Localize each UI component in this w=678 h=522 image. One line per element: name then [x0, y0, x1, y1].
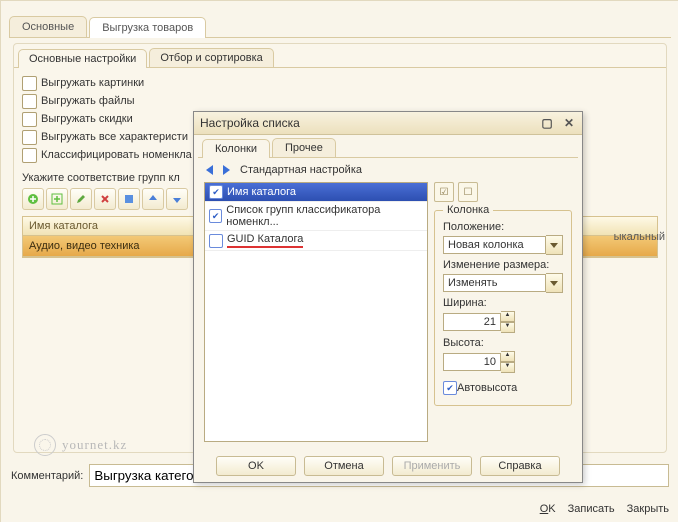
col-label: GUID Каталога — [227, 233, 303, 248]
maximize-icon[interactable]: ▢ — [540, 116, 554, 130]
width-input[interactable]: 21 — [443, 313, 501, 331]
label-resize: Изменение размера: — [443, 259, 563, 271]
hidden-col-label: ыкальный — [614, 231, 665, 243]
add-icon[interactable] — [22, 188, 44, 210]
dialog-title: Настройка списка — [200, 116, 300, 130]
close-icon[interactable]: ✕ — [562, 116, 576, 130]
label-classify: Классифицировать номенкла — [41, 146, 192, 164]
chk-col-guid[interactable] — [209, 234, 223, 248]
check-all-icon[interactable]: ☑ — [434, 182, 454, 202]
height-input[interactable]: 10 — [443, 353, 501, 371]
chk-files[interactable] — [22, 94, 37, 109]
group-column-legend: Колонка — [443, 204, 493, 216]
label-height: Высота: — [443, 337, 563, 349]
resize-select[interactable]: Изменять — [443, 274, 546, 292]
tab-export[interactable]: Выгрузка товаров — [89, 17, 206, 38]
column-item-groups[interactable]: Список групп классификатора номенкл... — [205, 202, 427, 231]
label-autoheight: Автовысота — [457, 379, 517, 397]
chk-discounts[interactable] — [22, 112, 37, 127]
dlg-apply-button[interactable]: Применить — [392, 456, 472, 476]
footer-ok[interactable]: OK — [540, 503, 556, 515]
footer-close[interactable]: Закрыть — [627, 503, 669, 515]
move-up-icon[interactable] — [142, 188, 164, 210]
column-item-guid[interactable]: GUID Каталога — [205, 231, 427, 251]
chk-autoheight[interactable] — [443, 381, 457, 395]
list-settings-dialog: Настройка списка ▢ ✕ Колонки Прочее Стан… — [193, 111, 583, 483]
watermark-logo: yournet.kz — [34, 434, 127, 456]
columns-list[interactable]: Имя каталога Список групп классификатора… — [204, 182, 428, 442]
dlg-ok-button[interactable]: OK — [216, 456, 296, 476]
label-width: Ширина: — [443, 297, 563, 309]
add-group-icon[interactable] — [46, 188, 68, 210]
default-settings-link[interactable]: Стандартная настройка — [240, 164, 362, 176]
width-down-icon[interactable]: ▼ — [501, 322, 515, 333]
label-discounts: Выгружать скидки — [41, 110, 133, 128]
chk-allchars[interactable] — [22, 130, 37, 145]
position-dropdown-icon[interactable] — [546, 235, 563, 255]
dlg-tab-other[interactable]: Прочее — [272, 138, 336, 157]
move-right-icon[interactable] — [223, 165, 230, 175]
move-down-icon[interactable] — [166, 188, 188, 210]
chk-pictures[interactable] — [22, 76, 37, 91]
dlg-help-button[interactable]: Справка — [480, 456, 560, 476]
tab-basic-settings[interactable]: Основные настройки — [18, 49, 147, 68]
dlg-tab-columns[interactable]: Колонки — [202, 139, 270, 158]
chk-col-name[interactable] — [209, 185, 223, 199]
dlg-cancel-button[interactable]: Отмена — [304, 456, 384, 476]
uncheck-all-icon[interactable]: ☐ — [458, 182, 478, 202]
move-left-icon[interactable] — [206, 165, 213, 175]
resize-dropdown-icon[interactable] — [546, 273, 563, 293]
col-label: Список групп классификатора номенкл... — [226, 204, 423, 228]
tab-filter-sort[interactable]: Отбор и сортировка — [149, 48, 273, 67]
col-label: Имя каталога — [227, 186, 296, 198]
tab-main[interactable]: Основные — [9, 16, 87, 37]
edit-icon[interactable] — [70, 188, 92, 210]
label-pictures: Выгружать картинки — [41, 74, 144, 92]
chk-col-groups[interactable] — [209, 209, 222, 223]
label-allchars: Выгружать все характеристи — [41, 128, 188, 146]
label-position: Положение: — [443, 221, 563, 233]
height-down-icon[interactable]: ▼ — [501, 362, 515, 373]
column-item-name[interactable]: Имя каталога — [205, 183, 427, 202]
sort-asc-icon[interactable] — [118, 188, 140, 210]
footer-write[interactable]: Записать — [568, 503, 615, 515]
label-files: Выгружать файлы — [41, 92, 135, 110]
width-up-icon[interactable]: ▲ — [501, 311, 515, 322]
comment-label: Комментарий: — [11, 470, 83, 482]
height-up-icon[interactable]: ▲ — [501, 351, 515, 362]
position-select[interactable]: Новая колонка — [443, 236, 546, 254]
chk-classify[interactable] — [22, 148, 37, 163]
delete-icon[interactable] — [94, 188, 116, 210]
